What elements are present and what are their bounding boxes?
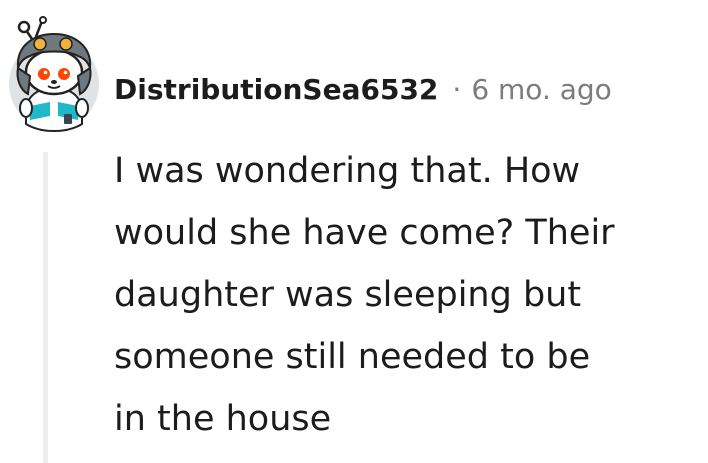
comment-body-line: would she have come? Their: [114, 213, 615, 253]
reddit-snoo-avatar-icon: [9, 16, 99, 133]
comment: DistributionSea6532 · 6 mo. ago I was wo…: [0, 0, 708, 463]
comment-body-line: I was wondering that. How: [114, 151, 581, 191]
meta-separator: ·: [452, 72, 462, 106]
user-avatar[interactable]: [4, 16, 100, 133]
comment-body-line: in the house: [114, 399, 332, 439]
username-link[interactable]: DistributionSea6532: [114, 73, 438, 106]
collapse-thread-line[interactable]: [43, 152, 48, 463]
comment-header: DistributionSea6532 · 6 mo. ago: [114, 66, 612, 112]
timestamp-link[interactable]: 6 mo. ago: [471, 73, 612, 106]
comment-body-line: someone still needed to be: [114, 337, 591, 377]
comment-body: I was wondering that. How would she have…: [114, 140, 704, 450]
comment-body-line: daughter was sleeping but: [114, 275, 582, 315]
